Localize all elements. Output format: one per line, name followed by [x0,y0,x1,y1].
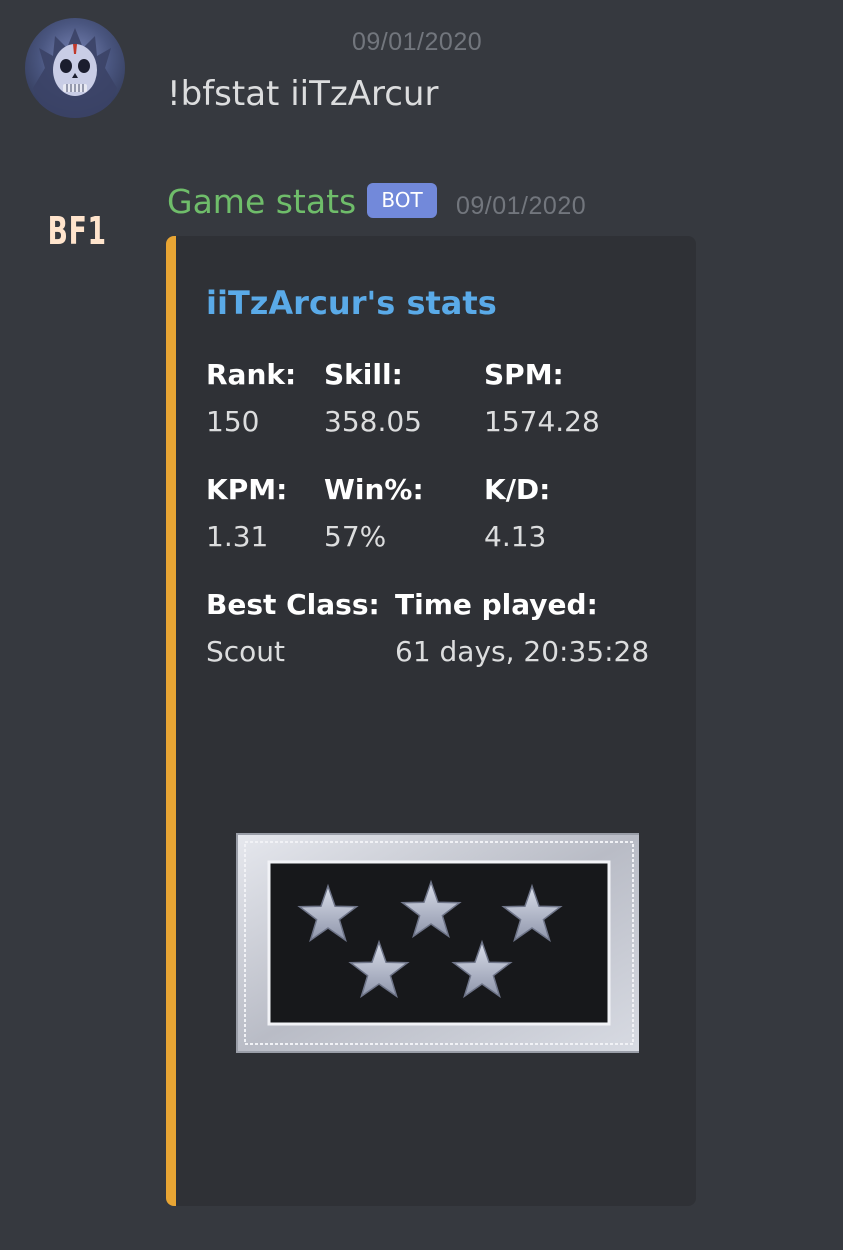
field-spm: SPM: 1574.28 [484,358,600,438]
user-avatar[interactable] [25,18,125,118]
field-kpm: KPM: 1.31 [206,473,287,553]
message-timestamp: 09/01/2020 [352,28,483,56]
field-value: 150 [206,405,260,438]
field-name: KPM: [206,473,288,506]
bot-username[interactable]: Game stats [167,182,356,221]
field-name: Rank: [206,358,297,391]
bot-badge: BOT [367,183,437,218]
message-content: !bfstat iiTzArcur [167,74,439,114]
rank-insignia-image[interactable] [229,832,642,1054]
embed-title: iiTzArcur's stats [206,284,497,322]
field-value: 358.05 [324,405,422,438]
field-win-percent: Win%: 57% [324,473,424,553]
field-value: Scout [206,635,286,668]
field-rank: Rank: 150 [206,358,296,438]
message-timestamp: 09/01/2020 [456,192,587,220]
bot-avatar[interactable]: BF1 [40,204,114,258]
field-skill: Skill: 358.05 [324,358,422,438]
field-value: 57% [324,520,387,553]
field-best-class: Best Class: Scout [206,588,380,668]
field-value: 1574.28 [484,405,600,438]
field-name: Skill: [324,358,403,391]
field-time-played: Time played: 61 days, 20:35:28 [395,588,649,668]
field-name: K/D: [484,473,551,506]
skull-icon [33,28,117,118]
field-value: 61 days, 20:35:28 [395,635,650,668]
chat-messages: 09/01/2020 !bfstat iiTzArcur BF1 Game st… [0,0,843,1250]
stats-embed: iiTzArcur's stats Rank: 150 Skill: 358.0… [166,236,696,1206]
rank-insignia-five-stars-icon [229,832,642,1054]
field-name: Best Class: [206,588,380,621]
field-name: Win%: [324,473,424,506]
field-kd: K/D: 4.13 [484,473,550,553]
field-name: Time played: [395,588,598,621]
bot-avatar-text: BF1 [47,209,107,253]
field-name: SPM: [484,358,564,391]
field-value: 1.31 [206,520,269,553]
field-value: 4.13 [484,520,547,553]
